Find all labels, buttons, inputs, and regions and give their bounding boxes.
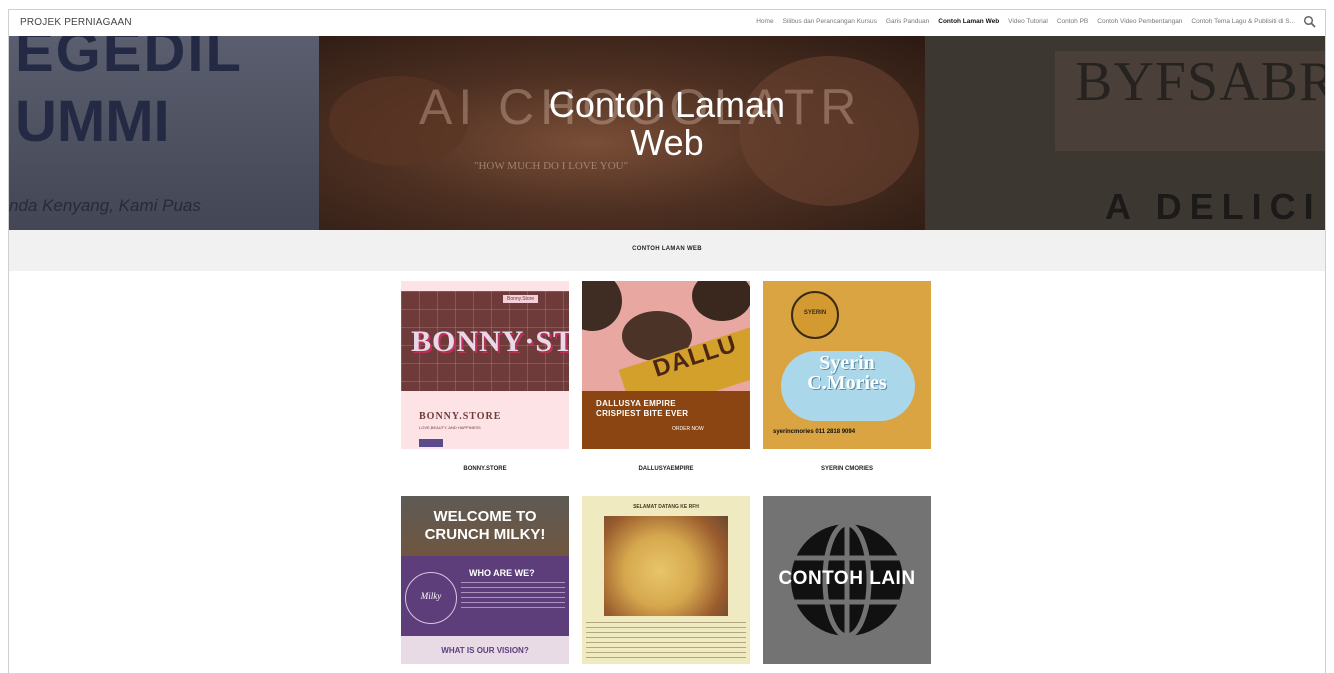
card-art-welcome: WELCOME TO CRUNCH MILKY! (401, 508, 569, 544)
card-art-logo-text: Milky (420, 591, 442, 601)
card-art-name: Syerin C.Mories (763, 353, 931, 393)
nav-silibus[interactable]: Silibus dan Perancangan Kursus (783, 18, 877, 25)
page-frame: PROJEK PERNIAGAAN Home Silibus dan Peran… (8, 9, 1326, 673)
card-label-dallusyaempire[interactable]: DALLUSYAEMPIRE (582, 466, 750, 472)
card-contoh-lain-image[interactable]: CONTOH LAIN (763, 496, 931, 664)
card-art-order: ORDER NOW (672, 426, 704, 432)
card-art-paragraph (586, 622, 746, 660)
card-dallusyaempire-image[interactable]: DALLU DALLUSYA EMPIRE CRISPIEST BITE EVE… (582, 281, 750, 449)
hero-bg-right-sub: A DELICI (1105, 186, 1322, 227)
site-title[interactable]: PROJEK PERNIAGAAN (20, 17, 132, 28)
card-crunch-milky-image[interactable]: WELCOME TO CRUNCH MILKY! WHO ARE WE? Mil… (401, 496, 569, 664)
camera-badge-icon: SYERIN (791, 291, 839, 339)
card-label-syerin-cmories[interactable]: SYERIN CMORIES (763, 466, 931, 472)
card-label-bonny-store[interactable]: BONNY.STORE (401, 466, 569, 472)
card-art-tag: Bonny.Store (503, 295, 539, 303)
section-header-band: CONTOH LAMAN WEB (9, 230, 1325, 271)
card-art-logo: Milky (405, 572, 457, 624)
card-art-social: syerincmories 011 2818 9094 (773, 429, 856, 435)
card-bonny-store-image[interactable]: Bonny.Store BONNY·ST BONNY.STORE LOVE,BE… (401, 281, 569, 449)
card-art-button (419, 439, 443, 447)
card-art-badge: SYERIN (803, 310, 827, 316)
card-art-vision: WHAT IS OUR VISION? (441, 646, 529, 655)
nav-garis-panduan[interactable]: Garis Panduan (886, 18, 929, 25)
card-art-line2: C.Mories (807, 372, 887, 394)
card-art-who: WHO ARE WE? (469, 568, 535, 578)
card-art-store: BONNY.STORE (419, 411, 502, 422)
card-art-line1: Syerin (819, 352, 875, 374)
card-art-brand-text: DALLUSYA EMPIRE CRISPIEST BITE EVER (596, 399, 688, 419)
page-title: Contoh Laman Web (9, 86, 1325, 162)
page-title-line1: Contoh Laman (548, 84, 786, 125)
card-art-line2: CRISPIEST BITE EVER (596, 409, 689, 418)
hero-bg-left-line1: EGEDIL (15, 36, 243, 84)
section-title: CONTOH LAMAN WEB (632, 246, 702, 252)
card-art-paragraph (461, 582, 565, 612)
card-syerin-cmories-image[interactable]: SYERIN Syerin C.Mories syerincmories 011… (763, 281, 931, 449)
card-rfh-image[interactable]: SELAMAT DATANG KE RFH (582, 496, 750, 664)
card-art-text: CONTOH LAIN (778, 568, 916, 589)
card-art-logo: BONNY·ST (411, 325, 569, 358)
card-art-line1: WELCOME TO (433, 508, 537, 525)
nav-video-tutorial[interactable]: Video Tutorial (1008, 18, 1048, 25)
nav-contoh-video-pembentangan[interactable]: Contoh Video Pembentangan (1097, 18, 1182, 25)
nav-contoh-laman-web[interactable]: Contoh Laman Web (938, 18, 999, 25)
search-icon[interactable] (1303, 15, 1317, 29)
hero-bg-left-tagline: nda Kenyang, Kami Puas (9, 196, 201, 215)
page-title-line2: Web (630, 122, 704, 163)
nav-contoh-pb[interactable]: Contoh PB (1057, 18, 1088, 25)
nav-home[interactable]: Home (756, 18, 773, 25)
card-art-sub: LOVE,BEAUTY, AND HAPPINESS (419, 425, 481, 430)
main-nav: Home Silibus dan Perancangan Kursus Gari… (756, 18, 1295, 25)
card-art-line2: CRUNCH MILKY! (424, 526, 546, 543)
card-art-photo (604, 516, 728, 616)
card-art-welcome: SELAMAT DATANG KE RFH (633, 504, 699, 510)
chocolate-bowl (692, 281, 750, 321)
card-art-line1: DALLUSYA EMPIRE (596, 399, 676, 408)
chocolate-bowl (582, 281, 622, 331)
nav-contoh-tema-lagu[interactable]: Contoh Tema Lagu & Publisiti di S... (1191, 18, 1295, 25)
top-navbar: PROJEK PERNIAGAAN Home Silibus dan Peran… (9, 10, 1325, 36)
hero-banner: EGEDIL UMMI nda Kenyang, Kami Puas AI CH… (9, 36, 1325, 230)
